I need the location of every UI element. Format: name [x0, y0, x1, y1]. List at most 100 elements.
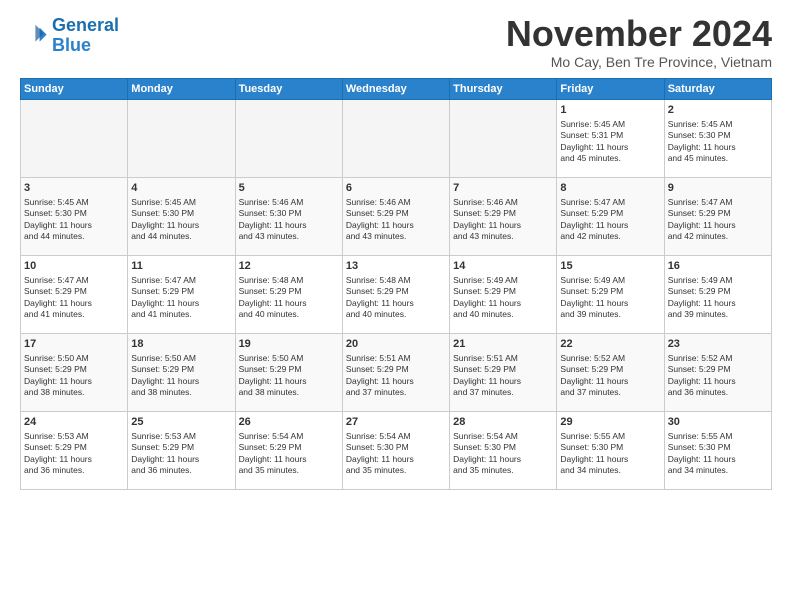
- calendar-cell: [128, 100, 235, 178]
- logo-icon: [20, 22, 48, 50]
- title-block: November 2024 Mo Cay, Ben Tre Province, …: [506, 16, 772, 70]
- day-info: Sunrise: 5:55 AMSunset: 5:30 PMDaylight:…: [668, 431, 768, 477]
- day-number: 5: [239, 181, 339, 196]
- calendar-cell: 8Sunrise: 5:47 AMSunset: 5:29 PMDaylight…: [557, 178, 664, 256]
- calendar-cell: 7Sunrise: 5:46 AMSunset: 5:29 PMDaylight…: [450, 178, 557, 256]
- day-info: Sunrise: 5:51 AMSunset: 5:29 PMDaylight:…: [453, 353, 553, 399]
- calendar-cell: 5Sunrise: 5:46 AMSunset: 5:30 PMDaylight…: [235, 178, 342, 256]
- day-info: Sunrise: 5:54 AMSunset: 5:30 PMDaylight:…: [346, 431, 446, 477]
- logo-line1: General: [52, 15, 119, 35]
- day-number: 20: [346, 337, 446, 352]
- day-number: 1: [560, 103, 660, 118]
- day-info: Sunrise: 5:50 AMSunset: 5:29 PMDaylight:…: [239, 353, 339, 399]
- logo: General Blue: [20, 16, 119, 56]
- weekday-header: Thursday: [450, 79, 557, 100]
- day-number: 21: [453, 337, 553, 352]
- calendar-cell: 20Sunrise: 5:51 AMSunset: 5:29 PMDayligh…: [342, 334, 449, 412]
- day-number: 12: [239, 259, 339, 274]
- calendar-cell: 15Sunrise: 5:49 AMSunset: 5:29 PMDayligh…: [557, 256, 664, 334]
- calendar-cell: 4Sunrise: 5:45 AMSunset: 5:30 PMDaylight…: [128, 178, 235, 256]
- day-number: 23: [668, 337, 768, 352]
- day-number: 9: [668, 181, 768, 196]
- calendar-cell: 9Sunrise: 5:47 AMSunset: 5:29 PMDaylight…: [664, 178, 771, 256]
- day-info: Sunrise: 5:53 AMSunset: 5:29 PMDaylight:…: [24, 431, 124, 477]
- day-number: 13: [346, 259, 446, 274]
- calendar-week-row: 24Sunrise: 5:53 AMSunset: 5:29 PMDayligh…: [21, 412, 772, 490]
- calendar-cell: 17Sunrise: 5:50 AMSunset: 5:29 PMDayligh…: [21, 334, 128, 412]
- day-info: Sunrise: 5:46 AMSunset: 5:30 PMDaylight:…: [239, 197, 339, 243]
- calendar-cell: 19Sunrise: 5:50 AMSunset: 5:29 PMDayligh…: [235, 334, 342, 412]
- weekday-header: Saturday: [664, 79, 771, 100]
- day-info: Sunrise: 5:54 AMSunset: 5:29 PMDaylight:…: [239, 431, 339, 477]
- day-number: 17: [24, 337, 124, 352]
- day-number: 7: [453, 181, 553, 196]
- calendar-cell: 24Sunrise: 5:53 AMSunset: 5:29 PMDayligh…: [21, 412, 128, 490]
- day-number: 24: [24, 415, 124, 430]
- calendar-cell: 1Sunrise: 5:45 AMSunset: 5:31 PMDaylight…: [557, 100, 664, 178]
- day-number: 15: [560, 259, 660, 274]
- calendar-cell: 2Sunrise: 5:45 AMSunset: 5:30 PMDaylight…: [664, 100, 771, 178]
- calendar-week-row: 3Sunrise: 5:45 AMSunset: 5:30 PMDaylight…: [21, 178, 772, 256]
- header: General Blue November 2024 Mo Cay, Ben T…: [20, 16, 772, 70]
- calendar-cell: 12Sunrise: 5:48 AMSunset: 5:29 PMDayligh…: [235, 256, 342, 334]
- day-number: 11: [131, 259, 231, 274]
- calendar-cell: 25Sunrise: 5:53 AMSunset: 5:29 PMDayligh…: [128, 412, 235, 490]
- calendar-cell: [342, 100, 449, 178]
- day-number: 8: [560, 181, 660, 196]
- day-number: 10: [24, 259, 124, 274]
- day-info: Sunrise: 5:48 AMSunset: 5:29 PMDaylight:…: [346, 275, 446, 321]
- day-info: Sunrise: 5:46 AMSunset: 5:29 PMDaylight:…: [453, 197, 553, 243]
- calendar-cell: [235, 100, 342, 178]
- day-number: 22: [560, 337, 660, 352]
- day-number: 19: [239, 337, 339, 352]
- day-info: Sunrise: 5:52 AMSunset: 5:29 PMDaylight:…: [668, 353, 768, 399]
- weekday-header: Friday: [557, 79, 664, 100]
- day-info: Sunrise: 5:55 AMSunset: 5:30 PMDaylight:…: [560, 431, 660, 477]
- day-info: Sunrise: 5:47 AMSunset: 5:29 PMDaylight:…: [560, 197, 660, 243]
- day-number: 27: [346, 415, 446, 430]
- day-info: Sunrise: 5:49 AMSunset: 5:29 PMDaylight:…: [668, 275, 768, 321]
- month-title: November 2024: [506, 16, 772, 52]
- calendar-cell: 21Sunrise: 5:51 AMSunset: 5:29 PMDayligh…: [450, 334, 557, 412]
- day-info: Sunrise: 5:45 AMSunset: 5:31 PMDaylight:…: [560, 119, 660, 165]
- calendar-cell: 22Sunrise: 5:52 AMSunset: 5:29 PMDayligh…: [557, 334, 664, 412]
- weekday-header: Tuesday: [235, 79, 342, 100]
- calendar-cell: 30Sunrise: 5:55 AMSunset: 5:30 PMDayligh…: [664, 412, 771, 490]
- calendar-week-row: 10 Sunrise: 5:47 AMSunset: 5:29 PMDayligh…: [21, 256, 772, 334]
- calendar-cell: 29Sunrise: 5:55 AMSunset: 5:30 PMDayligh…: [557, 412, 664, 490]
- calendar-cell: [21, 100, 128, 178]
- calendar-week-row: 17 Sunrise: 5:50 AMSunset: 5:29 PMDayligh…: [21, 334, 772, 412]
- day-info: Sunrise: 5:53 AMSunset: 5:29 PMDaylight:…: [131, 431, 231, 477]
- day-info: Sunrise: 5:50 AMSunset: 5:29 PMDaylight:…: [131, 353, 231, 399]
- location: Mo Cay, Ben Tre Province, Vietnam: [506, 54, 772, 70]
- day-number: 6: [346, 181, 446, 196]
- page: General Blue November 2024 Mo Cay, Ben T…: [0, 0, 792, 500]
- day-info: Sunrise: 5:51 AMSunset: 5:29 PMDaylight:…: [346, 353, 446, 399]
- calendar-cell: 18Sunrise: 5:50 AMSunset: 5:29 PMDayligh…: [128, 334, 235, 412]
- calendar-header-row: SundayMondayTuesdayWednesdayThursdayFrid…: [21, 79, 772, 100]
- calendar-cell: 14Sunrise: 5:49 AMSunset: 5:29 PMDayligh…: [450, 256, 557, 334]
- day-number: 25: [131, 415, 231, 430]
- calendar-cell: 28Sunrise: 5:54 AMSunset: 5:30 PMDayligh…: [450, 412, 557, 490]
- day-number: 30: [668, 415, 768, 430]
- calendar-week-row: 1Sunrise: 5:45 AMSunset: 5:31 PMDaylight…: [21, 100, 772, 178]
- day-number: 2: [668, 103, 768, 118]
- calendar-cell: 3Sunrise: 5:45 AMSunset: 5:30 PMDaylight…: [21, 178, 128, 256]
- calendar-cell: 16Sunrise: 5:49 AMSunset: 5:29 PMDayligh…: [664, 256, 771, 334]
- day-info: Sunrise: 5:45 AMSunset: 5:30 PMDaylight:…: [24, 197, 124, 243]
- calendar-cell: 26Sunrise: 5:54 AMSunset: 5:29 PMDayligh…: [235, 412, 342, 490]
- calendar-cell: 11Sunrise: 5:47 AMSunset: 5:29 PMDayligh…: [128, 256, 235, 334]
- logo-text: General Blue: [52, 16, 119, 56]
- day-info: Sunrise: 5:47 AMSunset: 5:29 PMDaylight:…: [131, 275, 231, 321]
- day-info: Sunrise: 5:54 AMSunset: 5:30 PMDaylight:…: [453, 431, 553, 477]
- weekday-header: Sunday: [21, 79, 128, 100]
- weekday-header: Monday: [128, 79, 235, 100]
- day-info: Sunrise: 5:45 AMSunset: 5:30 PMDaylight:…: [668, 119, 768, 165]
- day-number: 26: [239, 415, 339, 430]
- day-number: 16: [668, 259, 768, 274]
- day-info: Sunrise: 5:49 AMSunset: 5:29 PMDaylight:…: [453, 275, 553, 321]
- day-number: 3: [24, 181, 124, 196]
- calendar-cell: 23Sunrise: 5:52 AMSunset: 5:29 PMDayligh…: [664, 334, 771, 412]
- day-number: 4: [131, 181, 231, 196]
- day-number: 28: [453, 415, 553, 430]
